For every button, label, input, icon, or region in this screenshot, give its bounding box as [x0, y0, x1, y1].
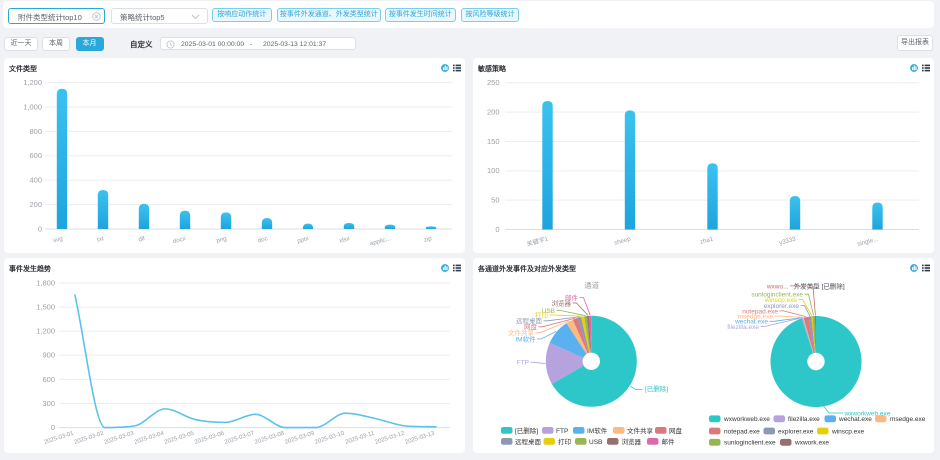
svg-text:png: png — [216, 235, 228, 245]
svg-text:[已删除]: [已删除] — [645, 384, 668, 393]
svg-text:FTP: FTP — [517, 360, 529, 367]
svg-text:wechat.exe: wechat.exe — [838, 416, 872, 423]
svg-text:2025-03-04: 2025-03-04 — [134, 430, 166, 445]
svg-text:2025-03-02: 2025-03-02 — [74, 430, 106, 445]
svg-text:txt: txt — [96, 235, 104, 244]
svg-text:sunloginclient.exe: sunloginclient.exe — [724, 440, 776, 447]
svg-text:关键字1: 关键字1 — [526, 235, 550, 249]
svg-text:300: 300 — [42, 399, 55, 408]
svg-text:200: 200 — [29, 200, 42, 209]
svg-text:2025-03-09: 2025-03-09 — [284, 430, 316, 445]
svg-text:filezilla.exe: filezilla.exe — [727, 324, 759, 331]
svg-text:2025-03-10: 2025-03-10 — [314, 430, 346, 445]
svg-text:applic...: applic... — [369, 235, 392, 247]
svg-text:y3333: y3333 — [778, 236, 797, 247]
svg-text:pptx: pptx — [296, 235, 310, 245]
svg-text:2025-03-01: 2025-03-01 — [43, 430, 75, 445]
svg-text:sheep: sheep — [613, 236, 632, 247]
svg-text:浏览器: 浏览器 — [552, 298, 572, 307]
svg-text:zha1: zha1 — [699, 236, 714, 246]
svg-text:600: 600 — [42, 375, 55, 384]
svg-text:IM软件: IM软件 — [587, 426, 608, 435]
svg-text:1,200: 1,200 — [36, 327, 55, 336]
svg-text:文件共享: 文件共享 — [627, 426, 654, 435]
svg-text:0: 0 — [38, 224, 42, 233]
svg-text:2025-03-03: 2025-03-03 — [104, 430, 136, 445]
svg-text:100: 100 — [487, 166, 500, 175]
svg-text:xlsx: xlsx — [338, 235, 351, 245]
svg-text:200: 200 — [487, 108, 500, 117]
svg-text:zip: zip — [423, 235, 433, 244]
svg-text:msedge.exe: msedge.exe — [890, 416, 926, 423]
svg-text:邮件: 邮件 — [662, 437, 676, 446]
svg-text:1,800: 1,800 — [36, 278, 55, 287]
svg-text:svg: svg — [52, 235, 64, 244]
svg-text:[已删除]: [已删除] — [515, 426, 538, 435]
svg-text:FTP: FTP — [556, 428, 568, 435]
svg-text:1,500: 1,500 — [36, 303, 55, 312]
svg-text:浏览器: 浏览器 — [622, 437, 642, 446]
svg-text:2025-03-08: 2025-03-08 — [254, 430, 286, 445]
svg-text:250: 250 — [487, 78, 500, 87]
svg-text:网盘: 网盘 — [669, 426, 683, 435]
svg-text:USB: USB — [589, 439, 602, 446]
svg-text:1,000: 1,000 — [23, 102, 42, 111]
svg-text:2025-03-06: 2025-03-06 — [194, 430, 226, 445]
svg-text:打印: 打印 — [558, 437, 571, 446]
svg-text:doc: doc — [257, 235, 268, 244]
svg-text:2025-03-12: 2025-03-12 — [374, 430, 406, 445]
svg-text:2025-03-05: 2025-03-05 — [164, 430, 196, 445]
svg-text:docx: docx — [172, 235, 187, 245]
svg-text:0: 0 — [495, 225, 499, 234]
svg-text:explorer.exe: explorer.exe — [778, 428, 814, 435]
svg-text:远程桌面: 远程桌面 — [515, 437, 542, 446]
svg-text:IM软件: IM软件 — [515, 334, 536, 343]
svg-text:2025-03-07: 2025-03-07 — [224, 430, 256, 445]
svg-text:winscp.exe: winscp.exe — [831, 428, 865, 435]
svg-text:wxwo...: wxwo... — [766, 283, 789, 290]
svg-text:filezilla.exe: filezilla.exe — [788, 416, 820, 423]
svg-text:150: 150 — [487, 137, 500, 146]
svg-text:2025-03-11: 2025-03-11 — [345, 430, 376, 445]
svg-text:single...: single... — [857, 236, 880, 248]
svg-text:wxwork.exe: wxwork.exe — [794, 440, 829, 447]
svg-text:900: 900 — [42, 351, 55, 360]
svg-text:notepad.exe: notepad.exe — [724, 428, 760, 435]
svg-text:1,200: 1,200 — [23, 78, 42, 87]
svg-text:800: 800 — [29, 127, 42, 136]
svg-text:wxworkweb.exe: wxworkweb.exe — [723, 416, 770, 423]
svg-text:50: 50 — [491, 196, 499, 205]
svg-text:2025-03-13: 2025-03-13 — [404, 430, 436, 445]
svg-text:600: 600 — [29, 151, 42, 160]
svg-text:dll: dll — [138, 235, 146, 243]
svg-text:0: 0 — [51, 423, 55, 432]
svg-text:400: 400 — [29, 176, 42, 185]
svg-text:通道: 通道 — [584, 280, 599, 290]
